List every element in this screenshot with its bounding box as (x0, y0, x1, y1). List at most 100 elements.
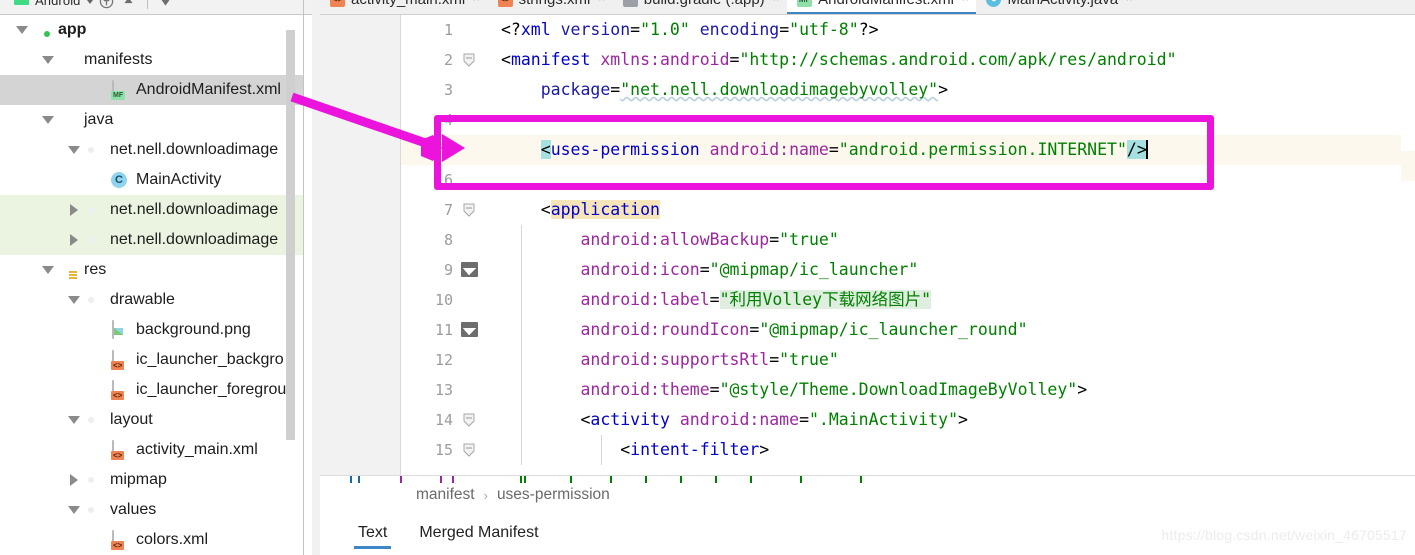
code-editor[interactable]: 1 <?xml version="1.0" encoding="utf-8"?> 2… (320, 15, 1415, 475)
expand-arrow-down-icon[interactable] (66, 412, 82, 428)
code-line[interactable]: 4 (401, 105, 1415, 135)
partial-code-token (358, 476, 360, 483)
tree-item-activity-main-xml[interactable]: <> activity_main.xml (0, 435, 303, 465)
code-line[interactable]: 2 <manifest xmlns:android="http://schemas… (401, 45, 1415, 75)
code-fold-icon[interactable] (463, 413, 475, 427)
error-stripe[interactable] (1401, 15, 1415, 475)
expand-arrow-down-icon[interactable] (40, 112, 56, 128)
expand-arrow-right-icon[interactable] (66, 472, 82, 488)
tree-item-ic-launcher-foregrou[interactable]: <> ic_launcher_foregrou (0, 375, 303, 405)
code-line[interactable]: 6 (401, 165, 1415, 195)
tree-item-label: net.nell.downloadimage (110, 231, 279, 248)
code-token: /> (1126, 140, 1147, 159)
editor-tab-activity-main-xml[interactable]: <>activity_main.xml× (320, 0, 488, 14)
up-arrow-icon[interactable] (121, 0, 137, 9)
code-token: = (769, 350, 780, 369)
tree-item-app[interactable]: app (0, 15, 303, 45)
editor-mode-tab-text[interactable]: Text (342, 524, 403, 549)
code-line[interactable]: 11 android:roundIcon="@mipmap/ic_launche… (401, 315, 1415, 345)
down-arrow-icon[interactable] (158, 0, 174, 9)
code-line[interactable]: 12 android:supportsRtl="true" (401, 345, 1415, 375)
package-icon (84, 291, 104, 309)
image-preview-gutter-icon[interactable] (461, 322, 478, 337)
editor-tab-strings-xml[interactable]: <>strings.xml× (488, 0, 613, 14)
close-icon[interactable]: × (773, 0, 779, 5)
tree-item-net-nell-downloadimage[interactable]: net.nell.downloadimage (0, 195, 303, 225)
expand-arrow-down-icon[interactable] (66, 142, 82, 158)
tree-item-res[interactable]: res (0, 255, 303, 285)
java-class-icon: C (110, 171, 130, 189)
editor-tab-androidmanifest-xml[interactable]: MFAndroidManifest.xml× (787, 0, 977, 14)
expand-arrow-down-icon[interactable] (66, 292, 82, 308)
code-line[interactable]: 3 package="net.nell.downloadimagebyvolle… (401, 75, 1415, 105)
code-line[interactable]: 14 <activity android:name=".MainActivity… (401, 405, 1415, 435)
tree-item-values[interactable]: values (0, 495, 303, 525)
android-studio-window: Android app manifests MF AndroidManifest… (0, 0, 1415, 555)
indent-guide (521, 405, 522, 435)
expand-arrow-down-icon[interactable] (66, 502, 82, 518)
code-line[interactable]: 9 android:icon="@mipmap/ic_launcher" (401, 255, 1415, 285)
code-fold-icon[interactable] (463, 203, 475, 217)
module-selector-label[interactable]: Android (35, 0, 81, 8)
close-icon[interactable]: × (598, 0, 604, 5)
partial-code-token (750, 476, 752, 483)
code-line[interactable]: 7 <application (401, 195, 1415, 225)
close-icon[interactable]: × (1126, 0, 1132, 5)
blue-folder-icon (58, 111, 78, 129)
tree-item-manifests[interactable]: manifests (0, 45, 303, 75)
line-number: 13 (434, 381, 453, 399)
close-icon[interactable]: × (962, 0, 968, 5)
code-line[interactable]: 5 <uses-permission android:name="android… (401, 135, 1415, 165)
editor-tab-label: MainActivity.java (1007, 0, 1118, 8)
panel-divider[interactable] (303, 0, 304, 555)
tree-item-label: manifests (84, 51, 153, 68)
breadcrumb-current[interactable]: uses-permission (497, 486, 610, 504)
close-icon[interactable]: × (473, 0, 479, 5)
partial-code-token (350, 476, 352, 483)
tree-item-androidmanifest-xml[interactable]: MF AndroidManifest.xml (0, 75, 303, 105)
code-fold-icon[interactable] (463, 53, 475, 67)
project-tree-panel[interactable]: app manifests MF AndroidManifest.xml java net… (0, 15, 303, 555)
editor-gutter[interactable] (320, 15, 400, 475)
project-panel-scrollbar[interactable] (286, 30, 295, 440)
code-fold-icon[interactable] (463, 443, 475, 457)
expand-arrow-right-icon[interactable] (66, 202, 82, 218)
breadcrumb-root[interactable]: manifest (416, 486, 475, 504)
code-token: = (709, 290, 720, 309)
code-token: application (550, 200, 660, 219)
editor-tab-build-gradle-app[interactable]: build.gradle (:app) × (613, 0, 787, 14)
expand-arrow-down-icon[interactable] (40, 52, 56, 68)
editor-mode-tab-merged-manifest[interactable]: Merged Manifest (403, 524, 554, 549)
tree-item-net-nell-downloadimage[interactable]: net.nell.downloadimage (0, 135, 303, 165)
code-line[interactable]: 8 android:allowBackup="true" (401, 225, 1415, 255)
tree-item-label: net.nell.downloadimage (110, 201, 279, 218)
xml-file-icon: <> (110, 380, 130, 400)
tree-item-java[interactable]: java (0, 105, 303, 135)
code-token: = (799, 410, 809, 429)
tree-item-net-nell-downloadimage[interactable]: net.nell.downloadimage (0, 225, 303, 255)
tree-item-colors-xml[interactable]: <> colors.xml (0, 525, 303, 555)
anchor-icon[interactable] (99, 0, 115, 9)
tree-item-mainactivity[interactable]: C MainActivity (0, 165, 303, 195)
chevron-down-icon[interactable] (86, 0, 93, 4)
project-tree: app manifests MF AndroidManifest.xml java net… (0, 15, 303, 555)
code-line[interactable]: 13 android:theme="@style/Theme.DownloadI… (401, 375, 1415, 405)
expand-arrow-down-icon[interactable] (40, 262, 56, 278)
code-line[interactable]: 15 <intent-filter> (401, 435, 1415, 465)
expand-arrow-right-icon[interactable] (66, 232, 82, 248)
tree-item-label: background.png (136, 321, 251, 338)
editor-tab-mainactivity-java[interactable]: ●MainActivity.java× (976, 0, 1140, 14)
tree-item-label: activity_main.xml (136, 441, 258, 458)
tree-item-layout[interactable]: layout (0, 405, 303, 435)
tree-item-background-png[interactable]: background.png (0, 315, 303, 345)
code-token: android:allowBackup (580, 230, 770, 249)
tree-item-drawable[interactable]: drawable (0, 285, 303, 315)
code-lines[interactable]: 1 <?xml version="1.0" encoding="utf-8"?> 2… (401, 15, 1415, 465)
code-line[interactable]: 10 android:label="利用Volley下载网络图片" (401, 285, 1415, 315)
code-line[interactable]: 1 <?xml version="1.0" encoding="utf-8"?> (401, 15, 1415, 45)
expand-arrow-down-icon[interactable] (14, 22, 30, 38)
tree-item-ic-launcher-backgro[interactable]: <> ic_launcher_backgro (0, 345, 303, 375)
image-preview-gutter-icon[interactable] (461, 262, 478, 277)
breadcrumb-separator-icon: › (483, 487, 488, 503)
